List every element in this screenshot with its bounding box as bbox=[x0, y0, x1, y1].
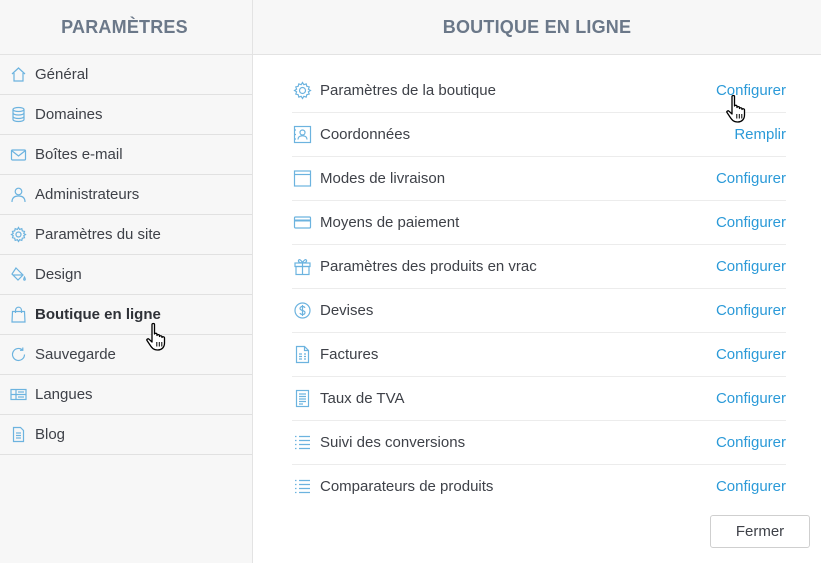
shop-settings-list: Paramètres de la boutique Configurer Coo… bbox=[292, 69, 786, 499]
gift-icon bbox=[292, 257, 312, 277]
gear-icon bbox=[292, 81, 312, 101]
sidebar-item-label: Paramètres du site bbox=[35, 226, 161, 243]
sidebar-item-label: Blog bbox=[35, 426, 66, 443]
sidebar-item-backup[interactable]: Sauvegarde bbox=[0, 335, 252, 375]
sidebar-item-label: Sauvegarde bbox=[35, 346, 116, 363]
page-title: BOUTIQUE EN LIGNE bbox=[442, 16, 632, 37]
list-item-contact-details: Coordonnées Remplir bbox=[292, 113, 786, 157]
sidebar-title: PARAMÈTRES bbox=[61, 16, 188, 37]
list-item-bulk-products: Paramètres des produits en vrac Configur… bbox=[292, 245, 786, 289]
gear-icon bbox=[10, 226, 27, 243]
sidebar-item-site-settings[interactable]: Paramètres du site bbox=[0, 215, 252, 255]
sidebar-item-domains[interactable]: Domaines bbox=[0, 95, 252, 135]
configure-link[interactable]: Configurer bbox=[716, 302, 786, 319]
envelope-icon bbox=[10, 146, 27, 163]
user-icon bbox=[10, 186, 27, 203]
sidebar-item-online-shop[interactable]: Boutique en ligne bbox=[0, 295, 252, 335]
contact-card-icon bbox=[292, 125, 312, 145]
configure-link[interactable]: Configurer bbox=[716, 258, 786, 275]
list-item-invoices: Factures Configurer bbox=[292, 333, 786, 377]
refresh-icon bbox=[10, 346, 27, 363]
list-item-label: Moyens de paiement bbox=[320, 214, 460, 231]
list-icon bbox=[292, 433, 312, 453]
list-item-label: Modes de livraison bbox=[320, 170, 446, 187]
fill-link[interactable]: Remplir bbox=[734, 126, 786, 143]
close-button[interactable]: Fermer bbox=[710, 515, 810, 548]
sidebar-item-label: Boîtes e-mail bbox=[35, 146, 123, 163]
sidebar-item-design[interactable]: Design bbox=[0, 255, 252, 295]
sidebar-item-languages[interactable]: Langues bbox=[0, 375, 252, 415]
main-header: BOUTIQUE EN LIGNE bbox=[253, 0, 821, 55]
box-icon bbox=[292, 169, 312, 189]
list-item-vat-rates: Taux de TVA Configurer bbox=[292, 377, 786, 421]
configure-link[interactable]: Configurer bbox=[716, 434, 786, 451]
list-item-shop-settings: Paramètres de la boutique Configurer bbox=[292, 69, 786, 113]
configure-link[interactable]: Configurer bbox=[716, 390, 786, 407]
tax-document-icon bbox=[292, 389, 312, 409]
paint-bucket-icon bbox=[10, 266, 27, 283]
invoice-icon bbox=[292, 345, 312, 365]
flags-icon bbox=[10, 386, 27, 403]
sidebar-item-general[interactable]: Général bbox=[0, 55, 252, 95]
home-icon bbox=[10, 66, 27, 83]
configure-link[interactable]: Configurer bbox=[716, 346, 786, 363]
sidebar-item-mailboxes[interactable]: Boîtes e-mail bbox=[0, 135, 252, 175]
sidebar-header: PARAMÈTRES bbox=[0, 0, 252, 55]
list-item-label: Suivi des conversions bbox=[320, 434, 466, 451]
list-item-label: Factures bbox=[320, 346, 379, 363]
list-item-currencies: Devises Configurer bbox=[292, 289, 786, 333]
sidebar-item-label: Boutique en ligne bbox=[35, 306, 161, 323]
list-scroll-fade bbox=[292, 493, 786, 501]
online-shop-panel: BOUTIQUE EN LIGNE Paramètres de la bouti… bbox=[253, 0, 821, 563]
list-item-shipping-methods: Modes de livraison Configurer bbox=[292, 157, 786, 201]
configure-link[interactable]: Configurer bbox=[716, 82, 786, 99]
sidebar-item-administrators[interactable]: Administrateurs bbox=[0, 175, 252, 215]
list-item-label: Coordonnées bbox=[320, 126, 411, 143]
sidebar-item-label: Langues bbox=[35, 386, 93, 403]
list-item-label: Devises bbox=[320, 302, 374, 319]
sidebar-item-label: Design bbox=[35, 266, 82, 283]
configure-link[interactable]: Configurer bbox=[716, 170, 786, 187]
list-item-label: Taux de TVA bbox=[320, 390, 405, 407]
credit-card-icon bbox=[292, 213, 312, 233]
shopping-bag-icon bbox=[10, 306, 27, 323]
list-item-label: Paramètres des produits en vrac bbox=[320, 258, 537, 275]
database-icon bbox=[10, 106, 27, 123]
sidebar-item-label: Domaines bbox=[35, 106, 103, 123]
settings-sidebar: PARAMÈTRES Général Domaines Boîtes e-mai… bbox=[0, 0, 253, 563]
sidebar-item-label: Administrateurs bbox=[35, 186, 140, 203]
configure-link[interactable]: Configurer bbox=[716, 214, 786, 231]
document-icon bbox=[10, 426, 27, 443]
sidebar-item-label: Général bbox=[35, 66, 89, 83]
list-item-payment-methods: Moyens de paiement Configurer bbox=[292, 201, 786, 245]
dollar-coin-icon bbox=[292, 301, 312, 321]
sidebar-item-blog[interactable]: Blog bbox=[0, 415, 252, 455]
list-item-label: Paramètres de la boutique bbox=[320, 82, 496, 99]
list-item-conversion-tracking: Suivi des conversions Configurer bbox=[292, 421, 786, 465]
